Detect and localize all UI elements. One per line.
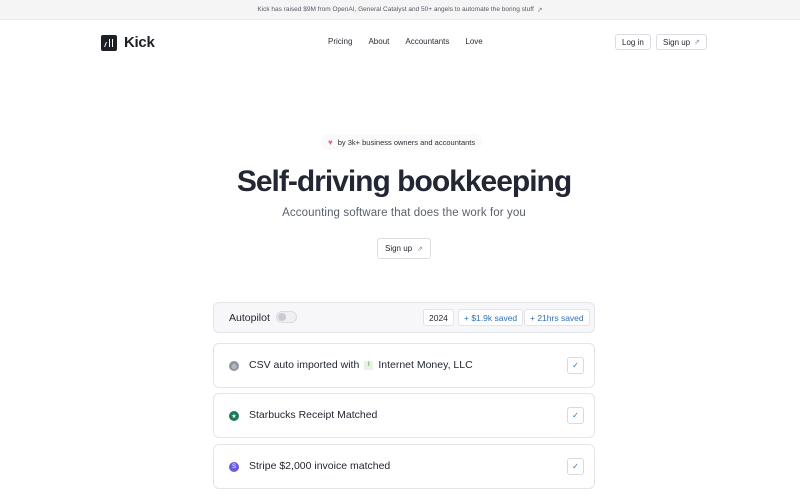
nav-link-love[interactable]: Love — [465, 37, 482, 46]
time-saved-chip: + 21hrs saved — [524, 309, 590, 326]
activity-description: Starbucks Receipt Matched — [249, 409, 378, 421]
csv-import-icon: ◎ — [229, 361, 239, 371]
activity-row: ★ Starbucks Receipt Matched ✓ — [213, 393, 595, 438]
autopilot-bar: Autopilot 2024 + $1.9k saved + 21hrs sav… — [213, 302, 595, 333]
nav-signup-label: Sign up — [663, 37, 691, 47]
activity-description: Stripe $2,000 invoice matched — [249, 460, 391, 472]
hero-signup-button[interactable]: Sign up ⇗ — [377, 238, 431, 259]
autopilot-toggle[interactable] — [276, 311, 297, 323]
stripe-icon: S — [229, 462, 239, 472]
announcement-bar[interactable]: Kick has raised $9M from OpenAI, General… — [0, 0, 800, 20]
signup-arrow-icon: ⇗ — [694, 39, 701, 46]
signup-arrow-icon: ⇗ — [417, 245, 423, 253]
approve-check-button[interactable]: ✓ — [567, 407, 584, 424]
toggle-knob — [278, 313, 286, 321]
activity-text: CSV auto imported with I Internet Money,… — [249, 359, 473, 371]
approve-check-button[interactable]: ✓ — [567, 357, 584, 374]
top-nav: Kick Pricing About Accountants Love Log … — [0, 30, 800, 54]
activity-text: Starbucks Receipt Matched — [249, 409, 377, 421]
activity-row: ◎ CSV auto imported with I Internet Mone… — [213, 343, 595, 388]
nav-link-accountants[interactable]: Accountants — [405, 37, 449, 46]
heart-icon: ♥ — [328, 137, 333, 147]
nav-link-about[interactable]: About — [368, 37, 389, 46]
money-saved-chip: + $1.9k saved — [458, 309, 524, 326]
badge-text: by 3k+ business owners and accountants — [337, 137, 476, 147]
activity-row: S Stripe $2,000 invoice matched ✓ — [213, 444, 595, 489]
nav-link-pricing[interactable]: Pricing — [328, 37, 352, 46]
login-label: Log in — [622, 37, 644, 47]
announcement-text: Kick has raised $9M from OpenAI, General… — [257, 6, 534, 13]
hero-title: Self-driving bookkeeping — [236, 165, 572, 198]
internet-money-logo-icon: I — [364, 360, 374, 370]
approve-check-button[interactable]: ✓ — [567, 458, 584, 475]
activity-text: Stripe $2,000 invoice matched — [249, 460, 390, 472]
nav-links: Pricing About Accountants Love — [328, 37, 483, 46]
hero-signup-label: Sign up — [384, 244, 413, 253]
starbucks-icon: ★ — [229, 411, 239, 421]
activity-description: CSV auto imported with — [249, 359, 360, 371]
activity-company: Internet Money, LLC — [378, 359, 473, 371]
social-proof-badge: ♥ by 3k+ business owners and accountants — [321, 134, 483, 150]
brand-name: Kick — [124, 34, 155, 51]
kick-logo-icon — [101, 34, 117, 51]
nav-signup-button[interactable]: Sign up ⇗ — [656, 34, 708, 50]
hero-subtitle: Accounting software that does the work f… — [282, 207, 526, 219]
external-link-icon: ↗ — [536, 6, 543, 14]
brand-logo[interactable]: Kick — [101, 34, 155, 51]
login-button[interactable]: Log in — [615, 34, 651, 50]
year-chip[interactable]: 2024 — [423, 309, 454, 326]
autopilot-label: Autopilot — [229, 312, 270, 324]
